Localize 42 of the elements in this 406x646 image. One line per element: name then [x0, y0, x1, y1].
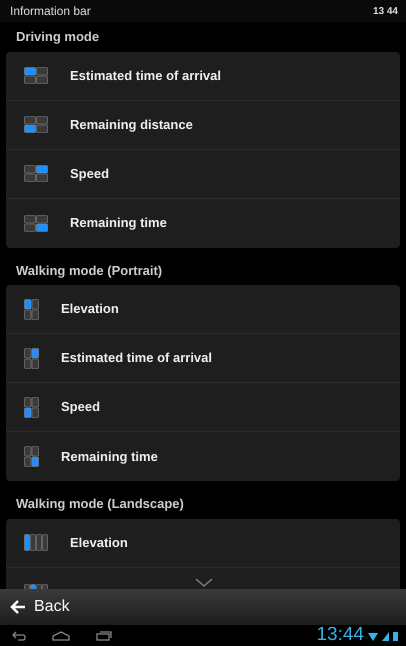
item-label: Estimated time of arrival	[70, 66, 221, 85]
layout-icon	[24, 396, 39, 418]
signal-icon	[382, 632, 389, 640]
section-header: Driving mode	[15, 28, 100, 46]
item-label: Speed	[70, 164, 110, 183]
item-label: Remaining time	[70, 214, 167, 232]
list-item[interactable]: Elevation	[6, 285, 400, 334]
back-button[interactable]: Back	[10, 595, 70, 619]
layout-icon	[24, 446, 39, 467]
item-label: Estimated time of arrival	[61, 349, 212, 368]
section-header: Walking mode (Portrait)	[15, 262, 164, 280]
list-item[interactable]: Remaining time	[6, 198, 400, 248]
layout-icon	[24, 298, 39, 320]
list-item[interactable]: Elevation	[6, 518, 400, 568]
item-label: Remaining time	[61, 448, 158, 466]
item-label: Speed	[61, 398, 100, 416]
item-label: Elevation	[61, 300, 119, 318]
list-item[interactable]: Speed	[6, 383, 400, 432]
list-item[interactable]: Estimated time of arrival	[6, 52, 400, 100]
list-item[interactable]: Speed	[6, 150, 400, 198]
item-label: Remaining distance	[70, 116, 193, 134]
layout-icon	[24, 534, 48, 551]
back-arrow-icon	[10, 600, 26, 614]
home-icon[interactable]	[52, 630, 70, 640]
recent-apps-icon[interactable]	[96, 630, 112, 640]
list-item[interactable]: Estimated time of arrival	[6, 334, 400, 383]
layout-icon	[24, 214, 48, 232]
battery-icon	[393, 630, 398, 640]
item-label: Elevation	[70, 534, 128, 552]
layout-icon	[24, 116, 48, 133]
layout-icon	[24, 67, 48, 84]
layout-icon	[24, 348, 39, 368]
list-item[interactable]: Remaining time	[6, 432, 400, 481]
wifi-icon	[368, 632, 378, 640]
status-time: 13 44	[372, 4, 398, 18]
status-clock: 13:44	[316, 623, 364, 646]
layout-icon	[24, 165, 48, 182]
section-header: Walking mode (Landscape)	[15, 495, 185, 513]
back-icon[interactable]	[12, 630, 26, 640]
chevron-down-icon	[195, 578, 213, 587]
list-item[interactable]: Remaining distance	[6, 100, 400, 150]
screen-title: Information bar	[10, 3, 91, 20]
